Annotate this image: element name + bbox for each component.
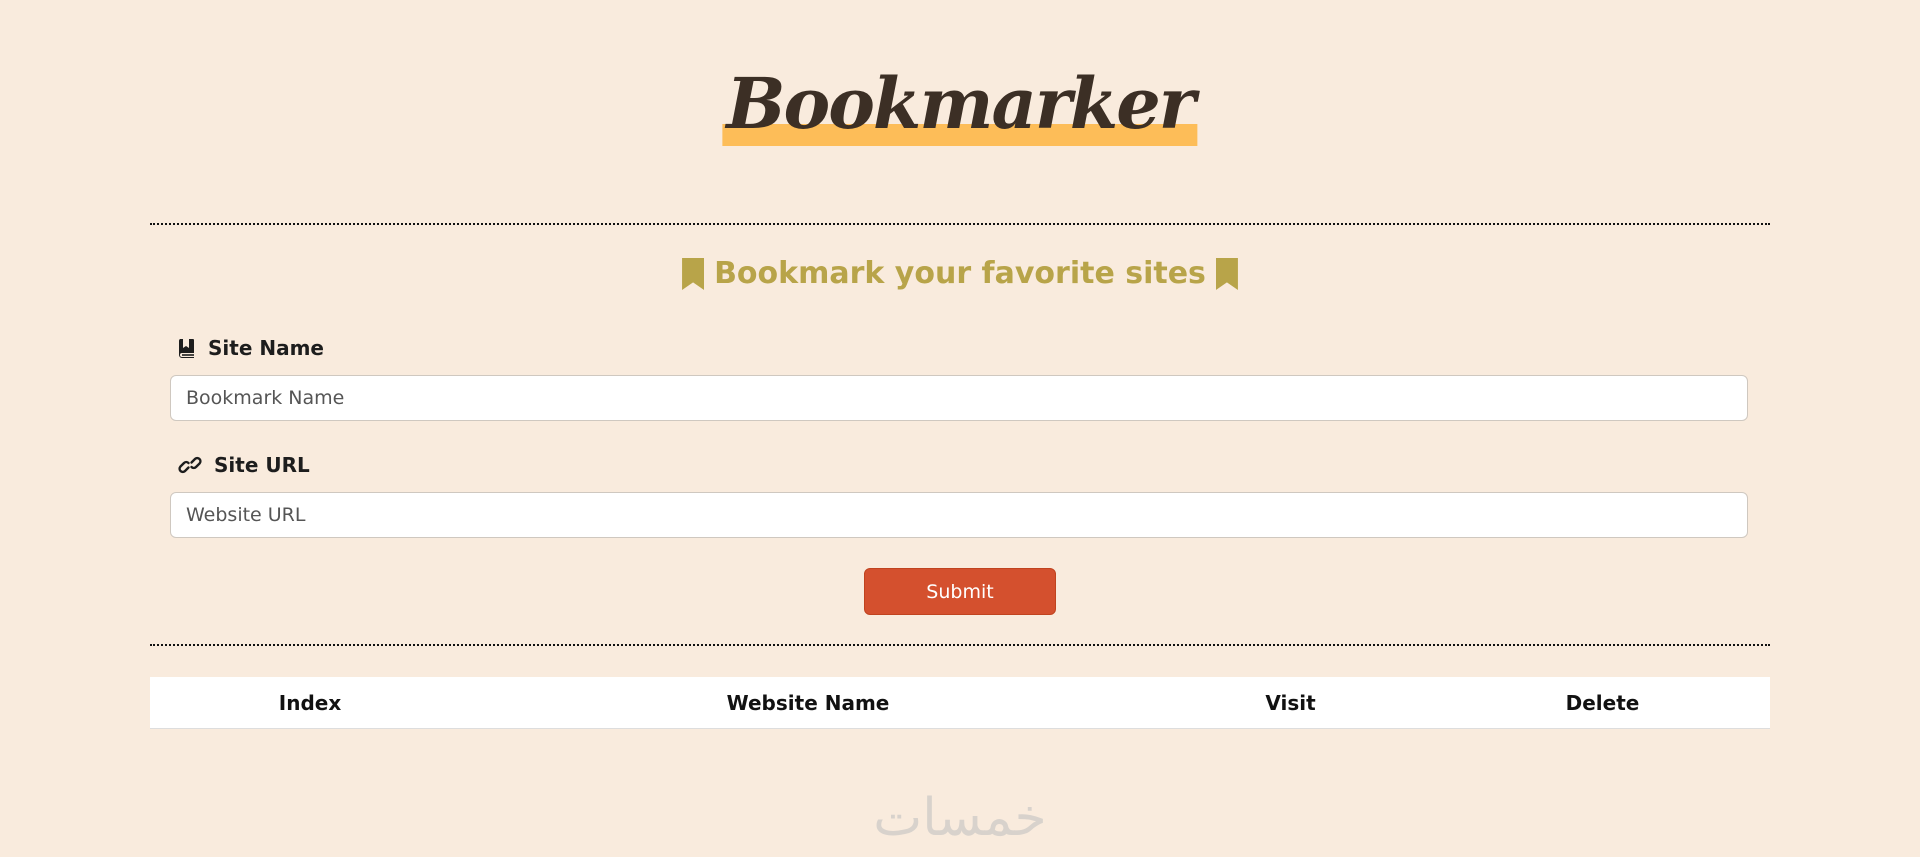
app-title: Bookmarker [722, 62, 1198, 146]
bookmarks-table: Index Website Name Visit Delete [150, 677, 1770, 729]
form-heading: Bookmark your favorite sites [0, 252, 1920, 296]
site-url-label-text: Site URL [214, 453, 310, 477]
website-name-column-header: Website Name [470, 677, 1146, 729]
bookmark-icon [1215, 258, 1238, 290]
site-name-input[interactable] [170, 375, 1748, 421]
site-name-label-text: Site Name [208, 336, 324, 360]
bottom-divider [150, 644, 1770, 646]
table-header-row: Index Website Name Visit Delete [150, 677, 1770, 729]
page-header: Bookmarker [0, 0, 1920, 160]
delete-column-header: Delete [1435, 677, 1770, 729]
book-bookmark-icon [178, 338, 196, 358]
index-column-header: Index [150, 677, 470, 729]
site-name-label: Site Name [178, 336, 324, 360]
site-url-input[interactable] [170, 492, 1748, 538]
form-heading-text: Bookmark your favorite sites [714, 256, 1206, 291]
link-icon [178, 455, 202, 475]
visit-column-header: Visit [1146, 677, 1435, 729]
table-header: Index Website Name Visit Delete [150, 677, 1770, 729]
watermark-logo: خمسات [873, 788, 1047, 848]
top-divider [150, 223, 1770, 225]
bookmark-icon [682, 258, 705, 290]
submit-button[interactable]: Submit [864, 568, 1056, 615]
site-url-label: Site URL [178, 453, 310, 477]
